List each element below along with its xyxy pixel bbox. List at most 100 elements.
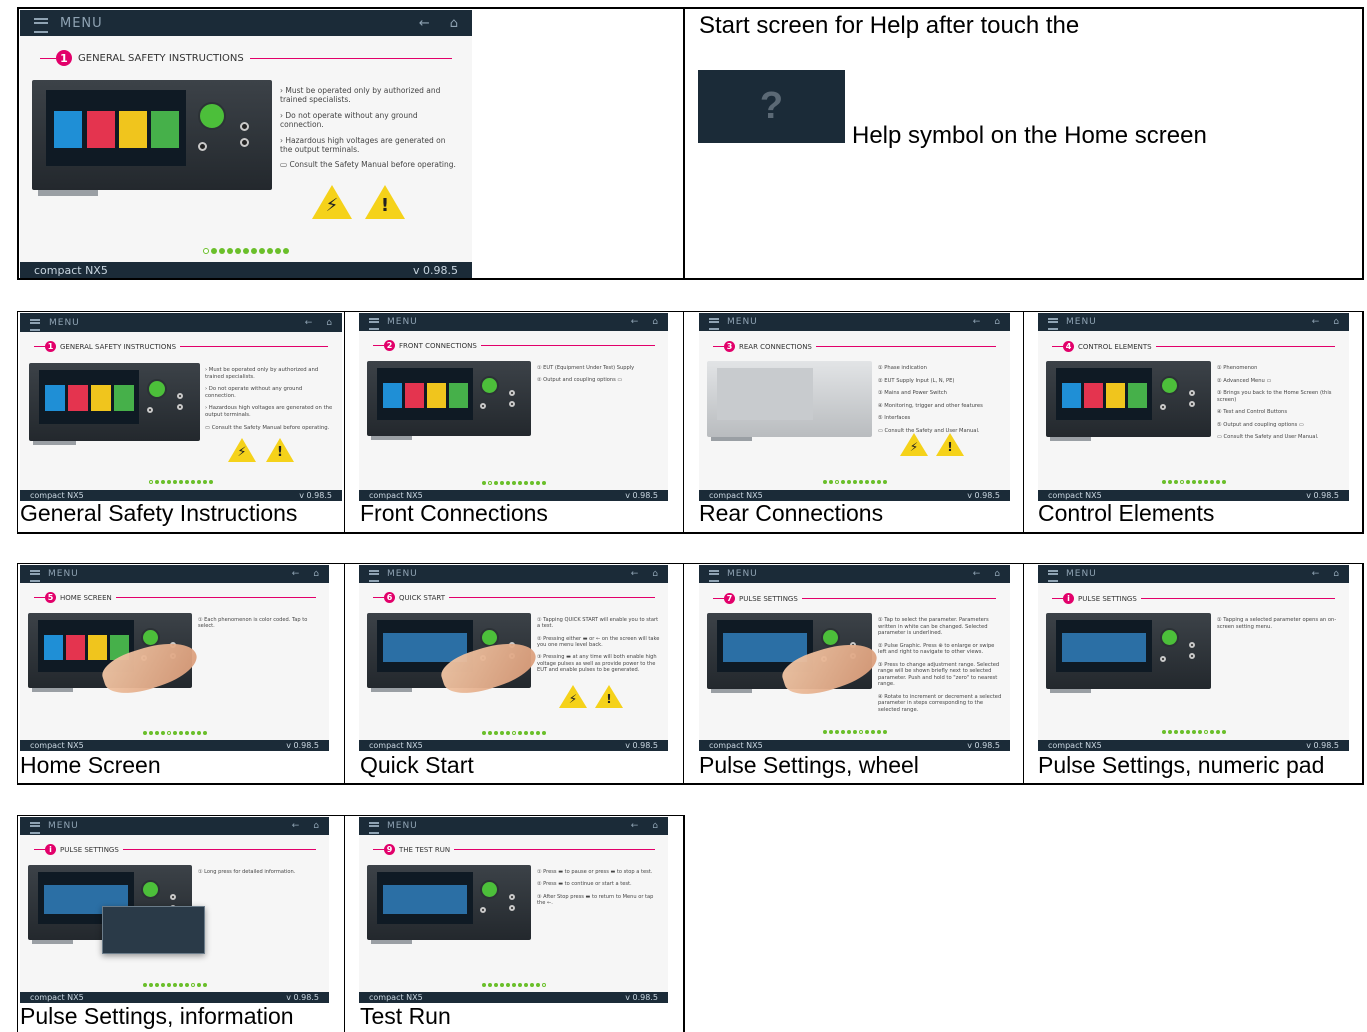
page-dot[interactable] <box>267 248 273 254</box>
page-dot[interactable] <box>211 248 217 254</box>
page-indicator[interactable] <box>1038 480 1349 484</box>
page-dot[interactable] <box>1179 480 1184 484</box>
page-dot[interactable] <box>243 248 249 254</box>
page-dot[interactable] <box>864 480 869 484</box>
page-dot[interactable] <box>202 731 207 735</box>
page-dot[interactable] <box>876 730 881 734</box>
page-dot[interactable] <box>517 481 522 485</box>
page-dot[interactable] <box>148 731 153 735</box>
home-icon[interactable]: ⌂ <box>313 569 319 579</box>
page-dot[interactable] <box>882 480 887 484</box>
home-icon[interactable]: ⌂ <box>994 569 1000 579</box>
page-dot[interactable] <box>840 480 845 484</box>
page-dot[interactable] <box>523 983 528 987</box>
page-dot[interactable] <box>828 730 833 734</box>
page-dot[interactable] <box>148 983 153 987</box>
menu-label[interactable]: MENU <box>387 317 418 327</box>
menu-icon[interactable] <box>30 570 40 582</box>
page-dot[interactable] <box>219 248 225 254</box>
page-dot[interactable] <box>172 983 177 987</box>
back-arrow-icon[interactable]: ← <box>1312 569 1320 579</box>
page-dot[interactable] <box>161 480 165 484</box>
page-dot[interactable] <box>487 481 492 485</box>
back-arrow-icon[interactable]: ← <box>305 318 313 328</box>
page-dot[interactable] <box>203 480 207 484</box>
home-icon[interactable]: ⌂ <box>652 317 658 327</box>
back-arrow-icon[interactable]: ← <box>973 317 981 327</box>
page-dot[interactable] <box>1203 480 1208 484</box>
page-dot[interactable] <box>160 731 165 735</box>
menu-label[interactable]: MENU <box>727 569 758 579</box>
menu-icon[interactable] <box>369 570 379 582</box>
page-dot[interactable] <box>499 481 504 485</box>
page-dot[interactable] <box>511 481 516 485</box>
page-indicator[interactable] <box>359 983 668 987</box>
page-indicator[interactable] <box>20 731 329 735</box>
page-dot[interactable] <box>149 480 153 484</box>
menu-label[interactable]: MENU <box>48 569 79 579</box>
back-arrow-icon[interactable]: ← <box>631 821 639 831</box>
menu-icon[interactable] <box>1048 318 1058 330</box>
page-dot[interactable] <box>864 730 869 734</box>
menu-label[interactable]: MENU <box>387 821 418 831</box>
page-dot[interactable] <box>541 731 546 735</box>
home-icon[interactable]: ⌂ <box>652 821 658 831</box>
menu-label[interactable]: MENU <box>49 318 80 328</box>
page-dot[interactable] <box>487 731 492 735</box>
page-dot[interactable] <box>154 983 159 987</box>
page-dot[interactable] <box>505 481 510 485</box>
page-dot[interactable] <box>1173 480 1178 484</box>
page-dot[interactable] <box>1185 730 1190 734</box>
page-dot[interactable] <box>499 731 504 735</box>
menu-icon[interactable] <box>369 822 379 834</box>
menu-label[interactable]: MENU <box>727 317 758 327</box>
page-dot[interactable] <box>499 983 504 987</box>
page-dot[interactable] <box>541 481 546 485</box>
page-dot[interactable] <box>529 481 534 485</box>
page-indicator[interactable] <box>359 731 668 735</box>
page-dot[interactable] <box>1197 480 1202 484</box>
page-dot[interactable] <box>185 480 189 484</box>
page-dot[interactable] <box>846 730 851 734</box>
back-arrow-icon[interactable]: ← <box>292 821 300 831</box>
page-dot[interactable] <box>167 480 171 484</box>
page-dot[interactable] <box>179 480 183 484</box>
page-indicator[interactable] <box>699 480 1010 484</box>
page-dot[interactable] <box>184 731 189 735</box>
page-dot[interactable] <box>209 480 213 484</box>
page-dot[interactable] <box>541 983 546 987</box>
page-dot[interactable] <box>172 731 177 735</box>
page-dot[interactable] <box>1167 480 1172 484</box>
page-dot[interactable] <box>166 731 171 735</box>
page-dot[interactable] <box>259 248 265 254</box>
page-dot[interactable] <box>197 480 201 484</box>
page-dot[interactable] <box>142 731 147 735</box>
page-dot[interactable] <box>196 983 201 987</box>
page-dot[interactable] <box>535 731 540 735</box>
menu-icon[interactable] <box>709 570 719 582</box>
page-dot[interactable] <box>202 983 207 987</box>
home-icon[interactable]: ⌂ <box>1333 317 1339 327</box>
page-dot[interactable] <box>154 731 159 735</box>
page-dot[interactable] <box>840 730 845 734</box>
home-icon[interactable]: ⌂ <box>1333 569 1339 579</box>
page-dot[interactable] <box>227 248 233 254</box>
page-indicator[interactable] <box>20 480 342 484</box>
page-indicator[interactable] <box>20 248 472 254</box>
page-dot[interactable] <box>1209 480 1214 484</box>
page-dot[interactable] <box>523 481 528 485</box>
page-dot[interactable] <box>535 983 540 987</box>
menu-icon[interactable] <box>709 318 719 330</box>
page-dot[interactable] <box>191 480 195 484</box>
page-dot[interactable] <box>846 480 851 484</box>
page-dot[interactable] <box>505 731 510 735</box>
page-dot[interactable] <box>493 731 498 735</box>
page-dot[interactable] <box>493 481 498 485</box>
page-dot[interactable] <box>487 983 492 987</box>
back-arrow-icon[interactable]: ← <box>631 569 639 579</box>
page-indicator[interactable] <box>20 983 329 987</box>
page-dot[interactable] <box>1185 480 1190 484</box>
page-dot[interactable] <box>1167 730 1172 734</box>
page-dot[interactable] <box>251 248 257 254</box>
page-dot[interactable] <box>858 480 863 484</box>
